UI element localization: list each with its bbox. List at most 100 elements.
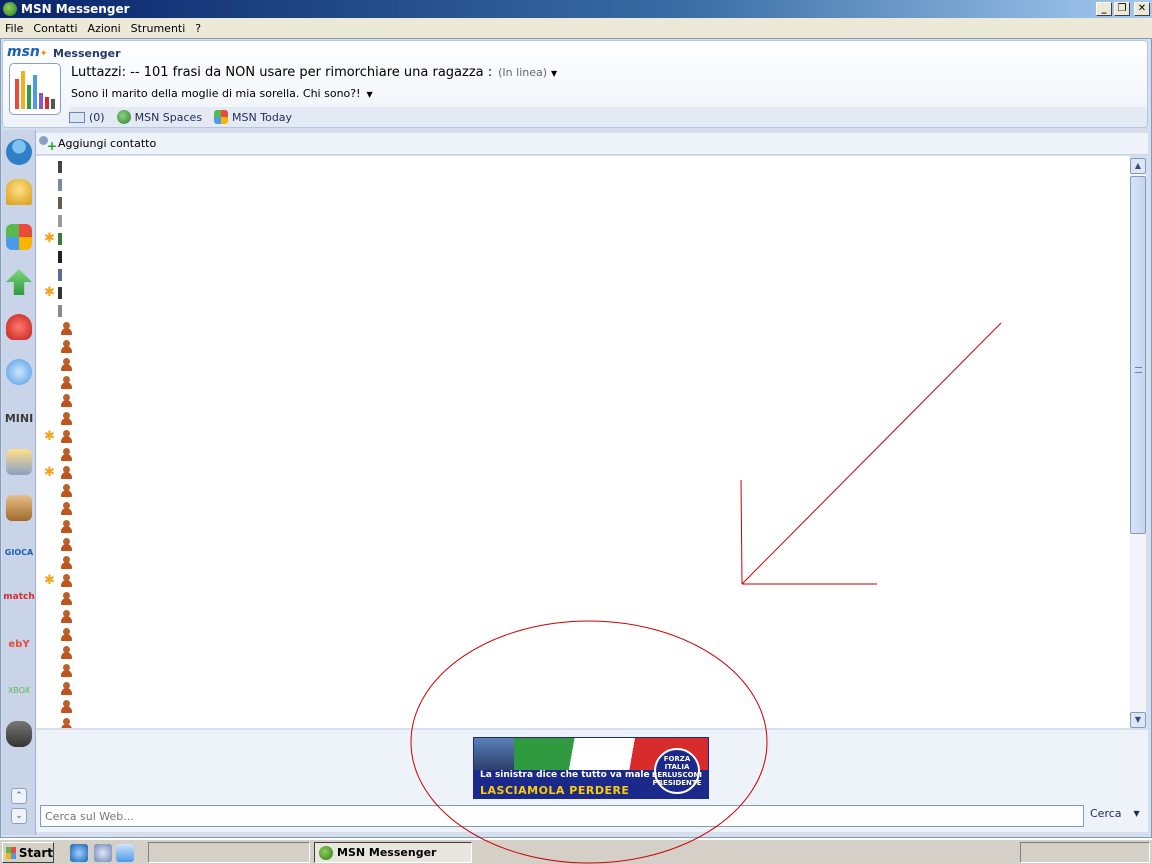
tab-msn[interactable] <box>3 217 35 257</box>
contact-row[interactable] <box>36 248 1130 266</box>
tabs-scroll-down-button[interactable]: ⌄ <box>11 808 27 824</box>
butterfly-icon: ✦ <box>39 49 48 59</box>
menu-file[interactable]: File <box>5 22 23 35</box>
contact-row[interactable] <box>36 536 1130 554</box>
tab-dating[interactable] <box>3 307 35 347</box>
display-name[interactable]: Luttazzi: -- 101 frasi da NON usare per … <box>71 65 492 80</box>
start-button[interactable]: Start <box>2 842 54 863</box>
task-label: MSN Messenger <box>337 846 437 859</box>
scroll-thumb[interactable] <box>1130 176 1146 534</box>
ad-banner[interactable]: FORZA ITALIA BERLUSCONI PRESIDENTE La si… <box>473 737 709 799</box>
contact-row[interactable] <box>36 302 1130 320</box>
search-input[interactable] <box>40 805 1084 827</box>
tab-contacts[interactable] <box>3 132 35 172</box>
contact-row[interactable] <box>36 554 1130 572</box>
msn-butterfly-icon <box>6 224 32 250</box>
tab-shop[interactable] <box>3 488 35 528</box>
windows-logo-icon <box>6 846 16 859</box>
contact-row[interactable] <box>36 644 1130 662</box>
menu-strumenti[interactable]: Strumenti <box>131 22 186 35</box>
contact-row[interactable] <box>36 590 1130 608</box>
chevron-down-icon[interactable]: ▼ <box>551 69 557 78</box>
contact-row[interactable] <box>36 356 1130 374</box>
contact-list-scrollbar[interactable]: ▲ ▼ <box>1130 158 1146 728</box>
tab-match[interactable]: match <box>3 577 35 617</box>
title-bar[interactable]: MSN Messenger _ ❐ ✕ <box>0 0 1152 18</box>
status-label[interactable]: (In linea) <box>498 66 547 79</box>
messenger-quicklaunch-icon[interactable] <box>94 844 112 862</box>
contact-row[interactable]: ✱ <box>36 464 1130 482</box>
contact-row[interactable] <box>36 716 1130 728</box>
tab-mini[interactable]: MINI <box>3 398 35 438</box>
contact-row[interactable] <box>36 392 1130 410</box>
scroll-down-button[interactable]: ▼ <box>1130 712 1146 728</box>
contact-row[interactable] <box>36 608 1130 626</box>
contact-row[interactable]: ✱ <box>36 230 1130 248</box>
contact-row[interactable] <box>36 176 1130 194</box>
personal-message-text[interactable]: Sono il marito della moglie di mia sorel… <box>71 87 361 100</box>
msn-today-link[interactable]: MSN Today <box>214 110 292 124</box>
task-slot-empty[interactable] <box>148 842 310 863</box>
contacts-toolbar: Aggiungi contatto <box>36 133 1148 155</box>
add-contact-icon[interactable] <box>38 135 57 153</box>
ad-line-1: La sinistra dice che tutto va male <box>480 770 650 780</box>
internet-explorer-icon[interactable] <box>70 844 88 862</box>
ebay-icon: ebY <box>8 638 30 650</box>
personal-message[interactable]: Sono il marito della moglie di mia sorel… <box>71 87 373 100</box>
contact-row[interactable]: ✱ <box>36 428 1130 446</box>
tab-travel[interactable] <box>3 352 35 392</box>
contact-row[interactable] <box>36 212 1130 230</box>
contact-row[interactable] <box>36 626 1130 644</box>
mail-count: (0) <box>89 110 105 124</box>
contact-row[interactable] <box>36 698 1130 716</box>
tab-character[interactable] <box>3 714 35 754</box>
msn-spaces-link[interactable]: MSN Spaces <box>116 110 202 124</box>
contact-row[interactable] <box>36 500 1130 518</box>
menu-contatti[interactable]: Contatti <box>33 22 77 35</box>
contact-row[interactable] <box>36 266 1130 284</box>
display-picture[interactable] <box>9 63 61 115</box>
contact-row[interactable]: ✱ <box>36 284 1130 302</box>
display-name-row[interactable]: Luttazzi: -- 101 frasi da NON usare per … <box>71 65 557 80</box>
contact-row[interactable] <box>36 680 1130 698</box>
restore-button[interactable]: ❐ <box>1114 2 1130 16</box>
buddy-icon <box>60 682 72 696</box>
contact-row[interactable]: ✱ <box>36 572 1130 590</box>
outlook-express-icon[interactable] <box>116 844 134 862</box>
tabs-scroll-up-button[interactable]: ⌃ <box>11 788 27 804</box>
contact-row[interactable] <box>36 158 1130 176</box>
tab-upgrade[interactable] <box>3 262 35 302</box>
contact-row[interactable] <box>36 446 1130 464</box>
contact-row[interactable] <box>36 320 1130 338</box>
contact-row[interactable] <box>36 662 1130 680</box>
contact-row[interactable] <box>36 194 1130 212</box>
contact-list[interactable]: ✱ ✱ ✱ ✱ ✱ <box>36 156 1130 728</box>
contact-picture-icon <box>58 161 62 173</box>
scroll-up-button[interactable]: ▲ <box>1130 158 1146 174</box>
chevron-down-icon[interactable]: ▼ <box>367 90 373 99</box>
add-contact-button[interactable]: Aggiungi contatto <box>58 137 156 150</box>
contact-row[interactable] <box>36 374 1130 392</box>
contact-row[interactable] <box>36 518 1130 536</box>
header-links: (0) MSN Spaces MSN Today <box>69 107 1147 127</box>
minimize-button[interactable]: _ <box>1096 2 1112 16</box>
contact-row[interactable] <box>36 338 1130 356</box>
search-button[interactable]: Cerca ▼ <box>1090 807 1140 820</box>
menu-help[interactable]: ? <box>195 22 201 35</box>
mini-label: MINI <box>4 411 34 425</box>
tab-music[interactable] <box>3 442 35 482</box>
tab-xbox[interactable]: XBOX <box>3 670 35 710</box>
close-button[interactable]: ✕ <box>1134 2 1150 16</box>
contact-row[interactable] <box>36 410 1130 428</box>
tab-gioca[interactable]: GIOCA <box>3 532 35 572</box>
tab-alerts[interactable] <box>3 172 35 212</box>
mail-link[interactable]: (0) <box>69 111 105 124</box>
package-icon <box>6 495 32 521</box>
system-tray[interactable] <box>1020 842 1150 863</box>
buddy-icon <box>60 556 72 570</box>
tab-ebay[interactable]: ebY <box>3 624 35 664</box>
chevron-down-icon[interactable]: ▼ <box>1134 809 1140 818</box>
menu-azioni[interactable]: Azioni <box>88 22 121 35</box>
contact-row[interactable] <box>36 482 1130 500</box>
task-msn-messenger[interactable]: MSN Messenger <box>314 842 472 863</box>
